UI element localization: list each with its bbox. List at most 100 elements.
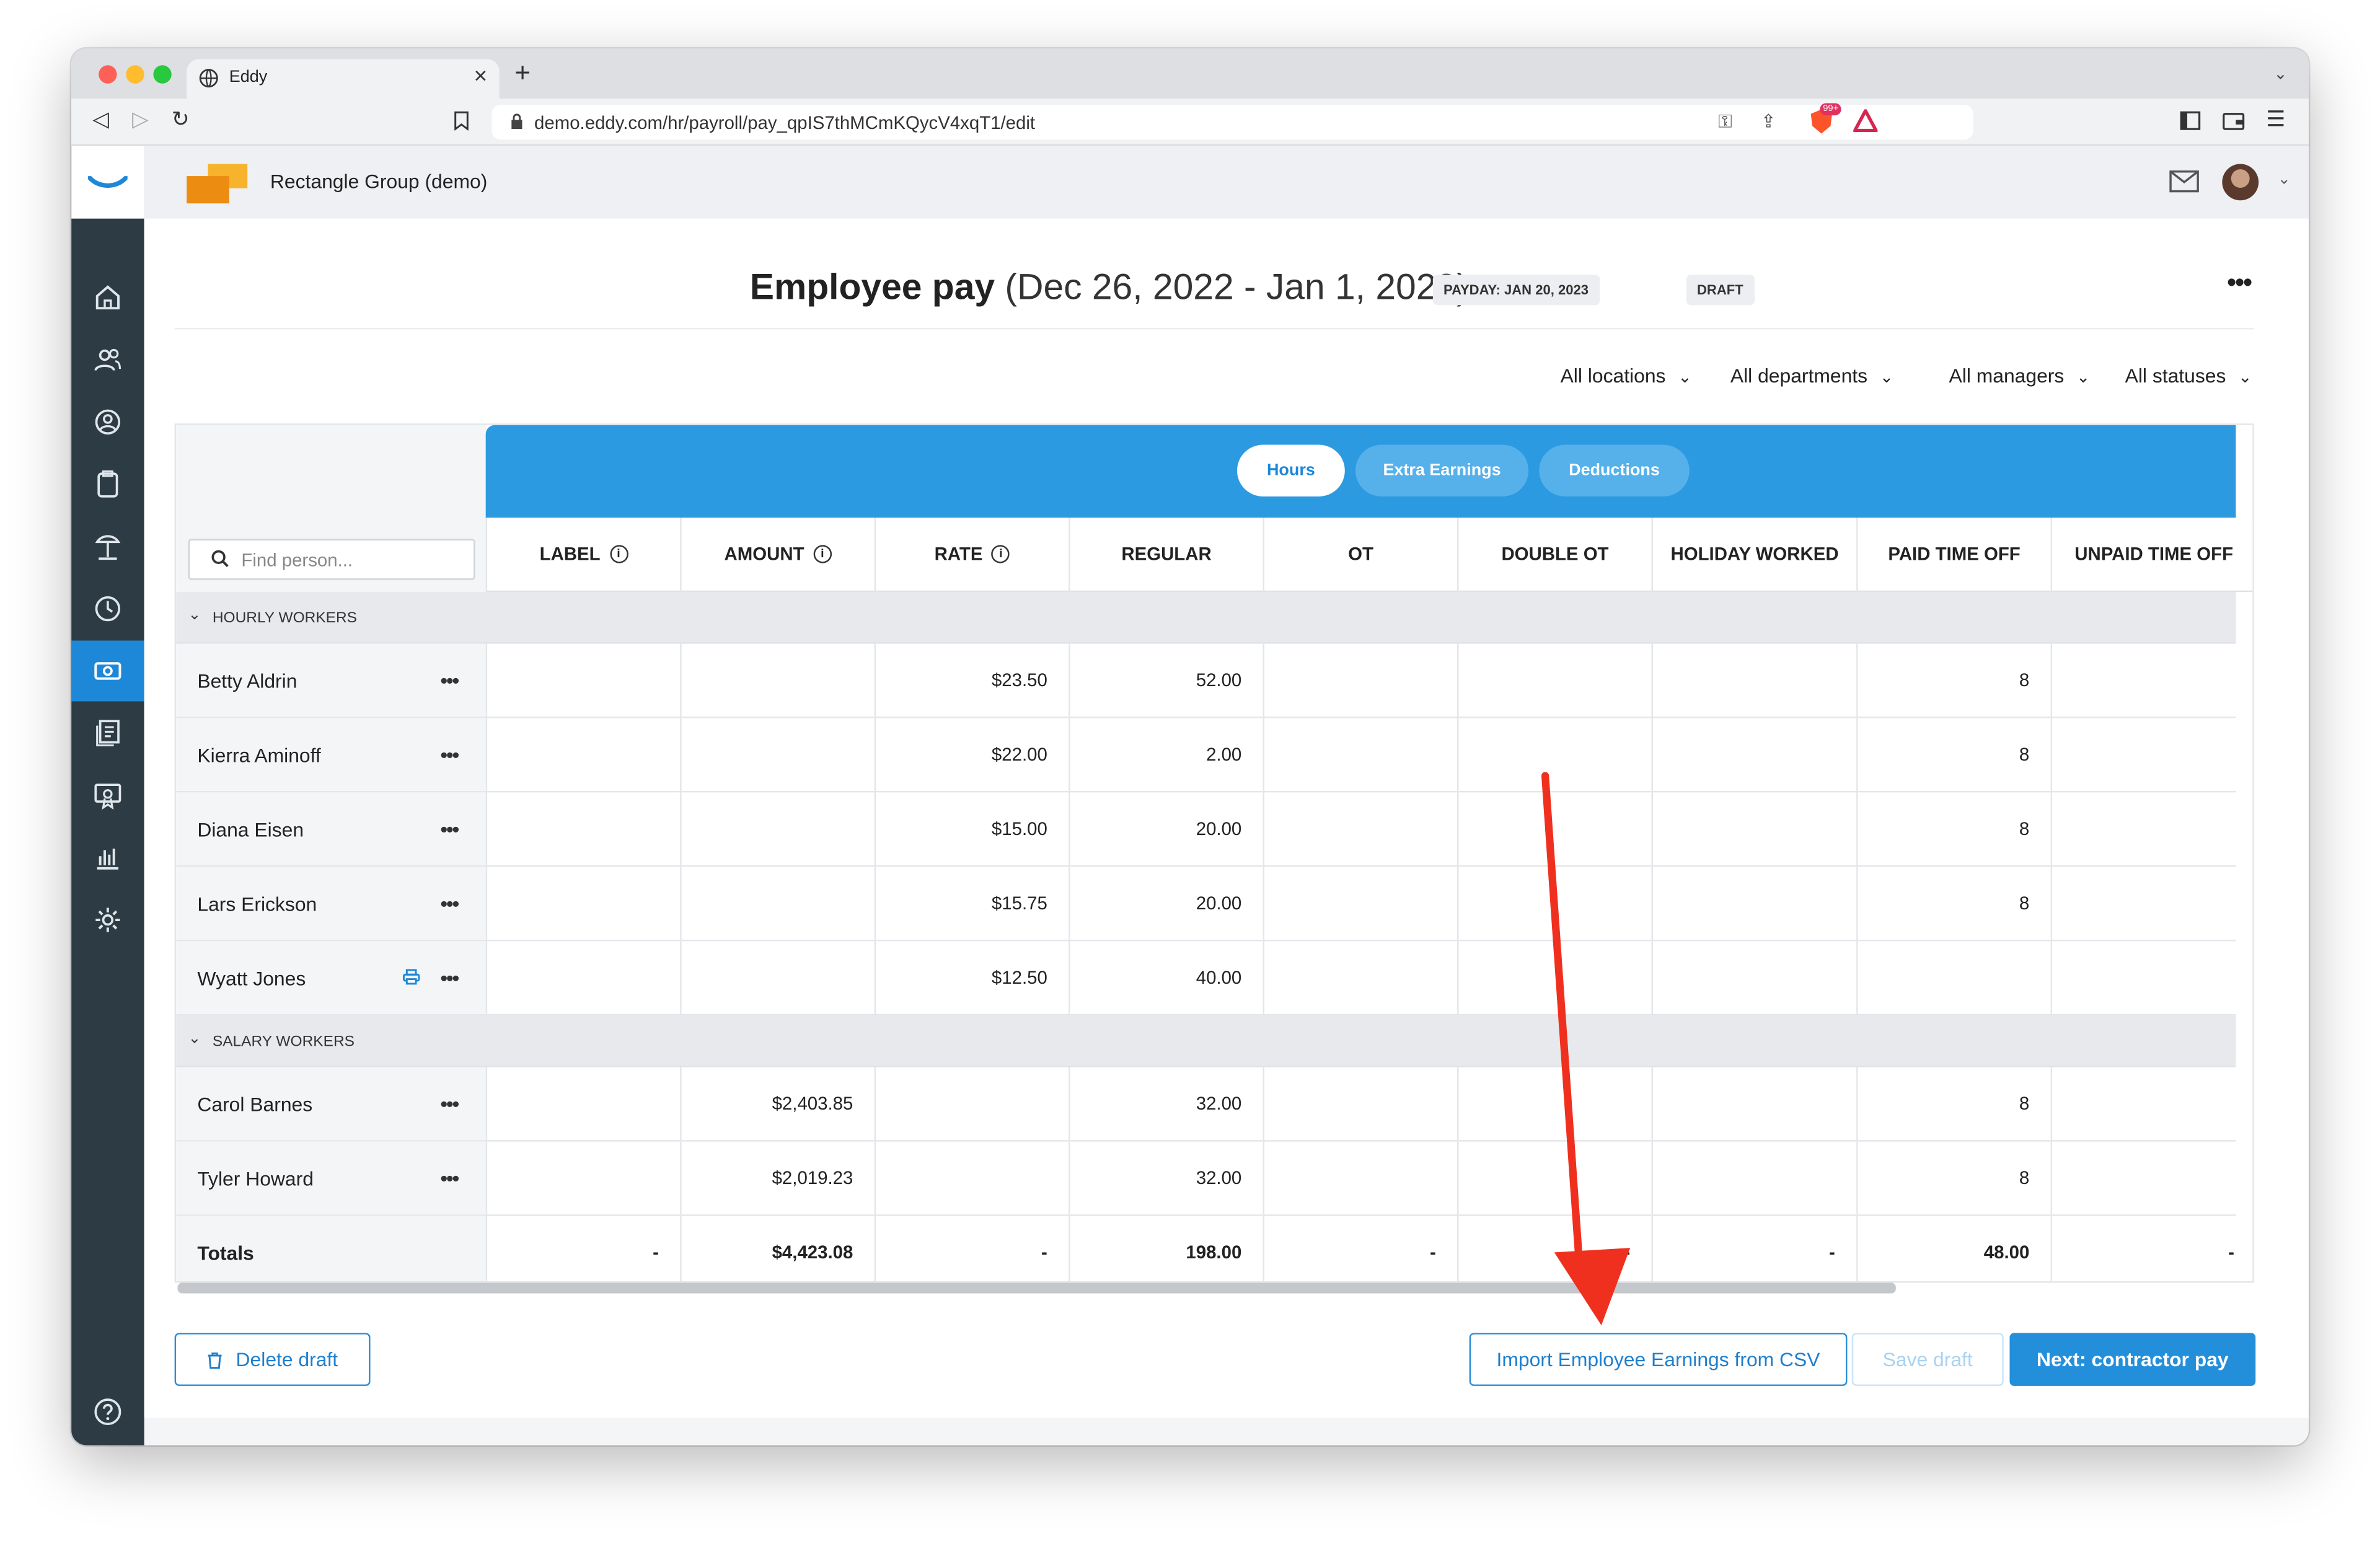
departments-filter[interactable]: All departments ⌄ bbox=[1730, 364, 1893, 387]
chevron-down-icon[interactable]: ⌄ bbox=[188, 607, 201, 624]
close-window-button[interactable] bbox=[99, 65, 117, 84]
cell-unpaid[interactable] bbox=[2050, 1067, 2253, 1141]
share-icon[interactable]: ⇪ bbox=[1761, 111, 1776, 132]
cell-unpaid[interactable] bbox=[2050, 867, 2253, 940]
statuses-filter[interactable]: All statuses ⌄ bbox=[2125, 364, 2252, 387]
cell-regular[interactable]: 32.00 bbox=[1069, 1141, 1263, 1215]
address-bar[interactable]: demo.eddy.com/hr/payroll/pay_qpIS7thMCmK… bbox=[491, 104, 1973, 140]
column-header-amount[interactable]: AMOUNT i bbox=[680, 518, 875, 593]
cell-double-ot[interactable] bbox=[1457, 941, 1651, 1014]
cell-unpaid[interactable] bbox=[2050, 1141, 2253, 1215]
clipboard-icon[interactable] bbox=[71, 454, 144, 514]
section-header-hourly[interactable]: ⌄ HOURLY WORKERS bbox=[176, 592, 2236, 644]
cell-holiday[interactable] bbox=[1651, 718, 1857, 791]
row-menu-button[interactable]: ••• bbox=[440, 1166, 459, 1190]
cell-rate[interactable]: $15.00 bbox=[874, 792, 1069, 865]
cell-pto[interactable]: 8 bbox=[1856, 1067, 2050, 1141]
printer-icon[interactable] bbox=[402, 968, 420, 985]
cell-ot[interactable] bbox=[1263, 1067, 1457, 1141]
tab-close-icon[interactable]: × bbox=[474, 64, 487, 90]
employee-name[interactable]: Diana Eisen bbox=[176, 792, 486, 865]
employee-name[interactable]: Lars Erickson bbox=[176, 867, 486, 940]
cell-label[interactable] bbox=[485, 643, 680, 717]
forward-icon[interactable]: ▷ bbox=[132, 106, 148, 132]
column-header-label[interactable]: LABEL i bbox=[485, 518, 681, 593]
row-menu-button[interactable]: ••• bbox=[440, 966, 459, 990]
cell-ot[interactable] bbox=[1263, 643, 1457, 717]
cell-double-ot[interactable] bbox=[1457, 718, 1651, 791]
row-menu-button[interactable]: ••• bbox=[440, 668, 459, 692]
column-header-paid-time-off[interactable]: PAID TIME OFF bbox=[1856, 518, 2051, 593]
cell-amount[interactable] bbox=[680, 941, 874, 1014]
chevron-down-icon[interactable]: ⌄ bbox=[188, 1031, 201, 1048]
cell-rate[interactable] bbox=[874, 1141, 1069, 1215]
column-header-double-ot[interactable]: DOUBLE OT bbox=[1457, 518, 1652, 593]
documents-icon[interactable] bbox=[71, 703, 144, 764]
employee-name[interactable]: Wyatt Jones bbox=[176, 941, 486, 1014]
cell-double-ot[interactable] bbox=[1457, 867, 1651, 940]
cell-label[interactable] bbox=[485, 1067, 680, 1141]
cell-pto[interactable] bbox=[1856, 941, 2050, 1014]
tab-extra-earnings[interactable]: Extra Earnings bbox=[1355, 444, 1529, 497]
cell-holiday[interactable] bbox=[1651, 643, 1857, 717]
cell-regular[interactable]: 52.00 bbox=[1069, 643, 1263, 717]
locations-filter[interactable]: All locations ⌄ bbox=[1561, 364, 1692, 387]
cell-ot[interactable] bbox=[1263, 1141, 1457, 1215]
cell-double-ot[interactable] bbox=[1457, 643, 1651, 717]
cell-ot[interactable] bbox=[1263, 718, 1457, 791]
managers-filter[interactable]: All managers ⌄ bbox=[1949, 364, 2091, 387]
cell-label[interactable] bbox=[485, 1141, 680, 1215]
maximize-window-button[interactable] bbox=[153, 65, 172, 84]
wallet-icon[interactable] bbox=[2222, 111, 2245, 131]
eddy-logo[interactable] bbox=[71, 146, 144, 219]
column-header-ot[interactable]: OT bbox=[1263, 518, 1458, 593]
row-menu-button[interactable]: ••• bbox=[440, 1092, 459, 1116]
cell-double-ot[interactable] bbox=[1457, 792, 1651, 865]
back-icon[interactable]: ◁ bbox=[92, 106, 108, 132]
column-header-regular[interactable]: REGULAR bbox=[1069, 518, 1263, 593]
cell-ot[interactable] bbox=[1263, 792, 1457, 865]
cell-holiday[interactable] bbox=[1651, 867, 1857, 940]
cell-amount[interactable] bbox=[680, 643, 874, 717]
tab-hours[interactable]: Hours bbox=[1236, 444, 1345, 497]
row-menu-button[interactable]: ••• bbox=[440, 817, 459, 841]
import-csv-button[interactable]: Import Employee Earnings from CSV bbox=[1469, 1333, 1848, 1386]
tab-list-chevron-icon[interactable]: ⌄ bbox=[2273, 64, 2288, 83]
cell-holiday[interactable] bbox=[1651, 792, 1857, 865]
cell-ot[interactable] bbox=[1263, 941, 1457, 1014]
reports-icon[interactable] bbox=[71, 828, 144, 888]
settings-icon[interactable] bbox=[71, 890, 144, 950]
cell-holiday[interactable] bbox=[1651, 941, 1857, 1014]
cell-rate[interactable] bbox=[874, 1067, 1069, 1141]
brave-rewards-icon[interactable] bbox=[1853, 109, 1878, 133]
cell-double-ot[interactable] bbox=[1457, 1141, 1651, 1215]
home-icon[interactable] bbox=[71, 267, 144, 328]
cell-label[interactable] bbox=[485, 867, 680, 940]
payroll-icon[interactable] bbox=[71, 640, 144, 702]
search-input[interactable]: Find person... bbox=[188, 539, 475, 580]
cell-label[interactable] bbox=[485, 792, 680, 865]
cell-amount[interactable]: $2,019.23 bbox=[680, 1141, 874, 1215]
row-menu-button[interactable]: ••• bbox=[440, 891, 459, 916]
reload-icon[interactable]: ↻ bbox=[172, 106, 190, 132]
certificate-icon[interactable] bbox=[71, 765, 144, 826]
company-name[interactable]: Rectangle Group (demo) bbox=[270, 170, 487, 193]
cell-amount[interactable] bbox=[680, 718, 874, 791]
employee-name[interactable]: Kierra Aminoff bbox=[176, 718, 486, 791]
cell-ot[interactable] bbox=[1263, 867, 1457, 940]
column-header-holiday-worked[interactable]: HOLIDAY WORKED bbox=[1651, 518, 1857, 593]
info-icon[interactable]: i bbox=[609, 545, 628, 563]
new-tab-button[interactable]: + bbox=[514, 58, 531, 89]
cell-regular[interactable]: 40.00 bbox=[1069, 941, 1263, 1014]
browser-tab[interactable]: Eddy × bbox=[187, 59, 500, 99]
cell-pto[interactable]: 8 bbox=[1856, 867, 2050, 940]
cell-regular[interactable]: 20.00 bbox=[1069, 867, 1263, 940]
delete-draft-button[interactable]: Delete draft bbox=[174, 1333, 371, 1386]
cell-label[interactable] bbox=[485, 941, 680, 1014]
cell-amount[interactable]: $2,403.85 bbox=[680, 1067, 874, 1141]
cell-rate[interactable]: $12.50 bbox=[874, 941, 1069, 1014]
info-icon[interactable]: i bbox=[992, 545, 1010, 563]
mail-icon[interactable] bbox=[2169, 170, 2200, 193]
tab-deductions[interactable]: Deductions bbox=[1539, 444, 1690, 497]
cell-regular[interactable]: 20.00 bbox=[1069, 792, 1263, 865]
